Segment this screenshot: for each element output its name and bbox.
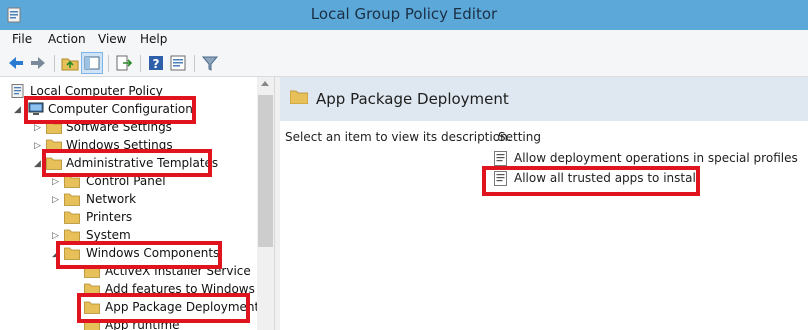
highlight-box [482, 166, 700, 196]
up-folder-icon[interactable] [60, 53, 80, 73]
details-header: App Package Deployment [280, 77, 808, 121]
scroll-up-arrow-icon[interactable] [261, 81, 269, 86]
menu-view[interactable]: View [98, 32, 126, 46]
menu-bar: File Action View Help [0, 30, 808, 50]
folder-icon [64, 192, 80, 206]
highlight-box [42, 149, 212, 177]
properties-icon[interactable] [168, 53, 188, 73]
help-icon[interactable]: ? [146, 53, 166, 73]
collapse-arrow-icon[interactable]: ◢ [34, 159, 41, 169]
details-pane: App Package Deployment Select an item to… [280, 77, 808, 330]
toolbar-separator [54, 55, 55, 72]
toolbar-separator [108, 55, 109, 72]
menu-action[interactable]: Action [48, 32, 86, 46]
tree-item[interactable]: ▷ Network [0, 191, 257, 209]
details-title: App Package Deployment [316, 90, 509, 108]
svg-text:?: ? [153, 57, 160, 71]
window-title: Local Group Policy Editor [310, 5, 498, 23]
expand-arrow-icon[interactable]: ▷ [34, 123, 41, 133]
show-hide-console-tree-icon[interactable] [81, 52, 103, 74]
setting-column-header[interactable]: Setting [498, 130, 541, 144]
tree-scrollbar[interactable] [257, 77, 274, 330]
expand-arrow-icon[interactable]: ▷ [52, 177, 59, 187]
highlight-box [56, 241, 222, 269]
forward-arrow-icon[interactable] [28, 53, 48, 73]
menu-file[interactable]: File [12, 32, 32, 46]
tree-item[interactable]: Printers [0, 209, 257, 227]
toolbar-separator [194, 55, 195, 72]
policy-setting-icon [494, 151, 507, 166]
toolbar: ? [0, 50, 808, 77]
tree-item-label: Printers [86, 210, 133, 224]
filter-icon[interactable] [200, 53, 220, 73]
tree-item-label: Network [86, 192, 137, 206]
export-list-icon[interactable] [114, 53, 134, 73]
description-text: Select an item to view its description. [285, 130, 512, 144]
highlight-box [77, 293, 250, 323]
scroll-thumb[interactable] [258, 95, 273, 247]
highlight-box [24, 96, 196, 124]
expand-arrow-icon[interactable]: ▷ [34, 141, 41, 151]
collapse-arrow-icon[interactable]: ◢ [14, 105, 21, 115]
folder-icon [290, 90, 308, 104]
menu-help[interactable]: Help [140, 32, 167, 46]
expand-arrow-icon[interactable]: ▷ [52, 195, 59, 205]
tree-item-label: System [86, 228, 131, 242]
toolbar-separator [140, 55, 141, 72]
setting-label: Allow deployment operations in special p… [514, 151, 798, 165]
back-arrow-icon[interactable] [6, 53, 26, 73]
folder-icon [64, 210, 80, 224]
folder-icon [64, 228, 80, 242]
expand-arrow-icon[interactable]: ▷ [52, 231, 59, 241]
title-bar: Local Group Policy Editor [0, 0, 808, 30]
